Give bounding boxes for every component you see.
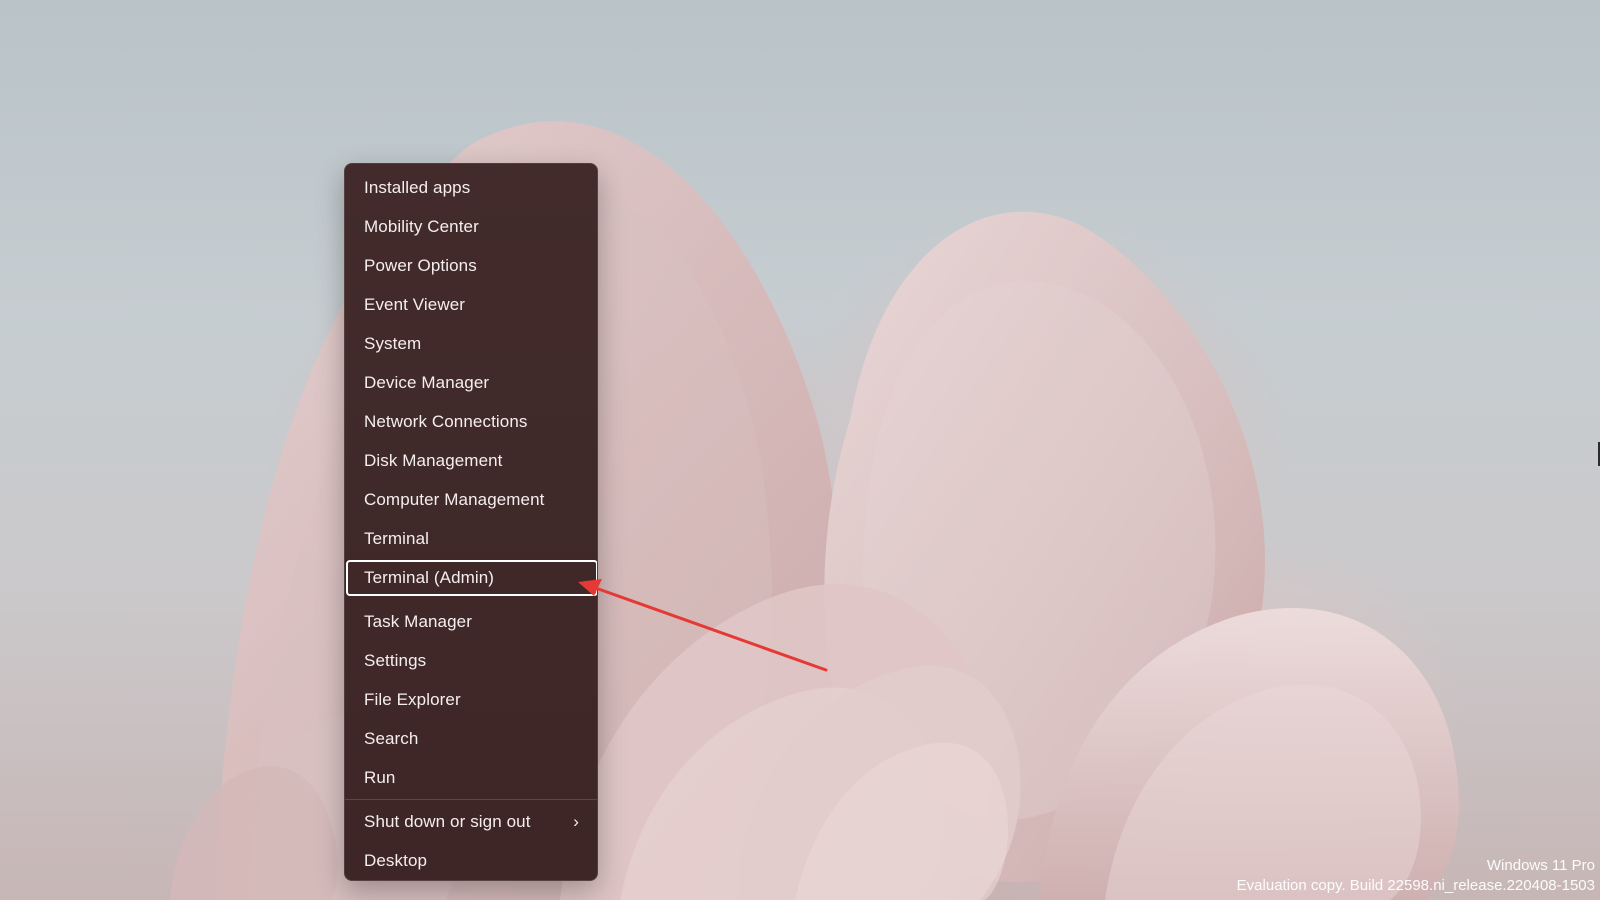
menu-item-label: Terminal (Admin)	[364, 568, 495, 587]
quick-link-context-menu: Installed apps Mobility Center Power Opt…	[344, 163, 598, 881]
menu-item-terminal-admin[interactable]: Terminal (Admin)	[346, 560, 597, 596]
menu-item-terminal[interactable]: Terminal	[346, 521, 597, 557]
menu-item-settings[interactable]: Settings	[346, 643, 597, 679]
menu-item-label: Event Viewer	[364, 295, 466, 314]
menu-item-event-viewer[interactable]: Event Viewer	[346, 287, 597, 323]
menu-item-label: System	[364, 334, 422, 353]
windows-watermark: Windows 11 Pro Evaluation copy. Build 22…	[1237, 856, 1595, 896]
menu-item-device-manager[interactable]: Device Manager	[346, 365, 597, 401]
flower-wallpaper	[170, 121, 1459, 900]
chevron-right-icon: ›	[573, 812, 579, 831]
menu-item-label: Disk Management	[364, 451, 503, 470]
menu-item-label: Device Manager	[364, 373, 490, 392]
menu-item-label: Computer Management	[364, 490, 545, 509]
menu-item-mobility-center[interactable]: Mobility Center	[346, 209, 597, 245]
menu-item-system[interactable]: System	[346, 326, 597, 362]
menu-separator	[345, 799, 597, 800]
menu-item-label: Power Options	[364, 256, 477, 275]
menu-item-disk-management[interactable]: Disk Management	[346, 443, 597, 479]
menu-item-label: Run	[364, 768, 396, 787]
menu-item-label: Task Manager	[364, 612, 472, 631]
menu-item-label: Network Connections	[364, 412, 528, 431]
menu-item-label: File Explorer	[364, 690, 461, 709]
menu-item-desktop[interactable]: Desktop	[346, 843, 597, 879]
menu-item-label: Desktop	[364, 851, 428, 870]
menu-item-search[interactable]: Search	[346, 721, 597, 757]
menu-item-power-options[interactable]: Power Options	[346, 248, 597, 284]
menu-item-network-connections[interactable]: Network Connections	[346, 404, 597, 440]
menu-item-shut-down-or-sign-out[interactable]: Shut down or sign out ›	[346, 804, 597, 840]
menu-item-computer-management[interactable]: Computer Management	[346, 482, 597, 518]
menu-item-label: Mobility Center	[364, 217, 479, 236]
menu-item-installed-apps[interactable]: Installed apps	[346, 170, 597, 206]
menu-item-label: Settings	[364, 651, 427, 670]
watermark-build: Evaluation copy. Build 22598.ni_release.…	[1236, 877, 1595, 894]
menu-item-label: Search	[364, 729, 419, 748]
watermark-edition: Windows 11 Pro	[1486, 857, 1595, 874]
menu-item-file-explorer[interactable]: File Explorer	[346, 682, 597, 718]
menu-item-label: Shut down or sign out	[364, 812, 531, 831]
menu-item-label: Terminal	[364, 529, 430, 548]
menu-item-run[interactable]: Run	[346, 760, 597, 796]
menu-item-label: Installed apps	[364, 178, 471, 197]
menu-item-task-manager[interactable]: Task Manager	[346, 604, 597, 640]
